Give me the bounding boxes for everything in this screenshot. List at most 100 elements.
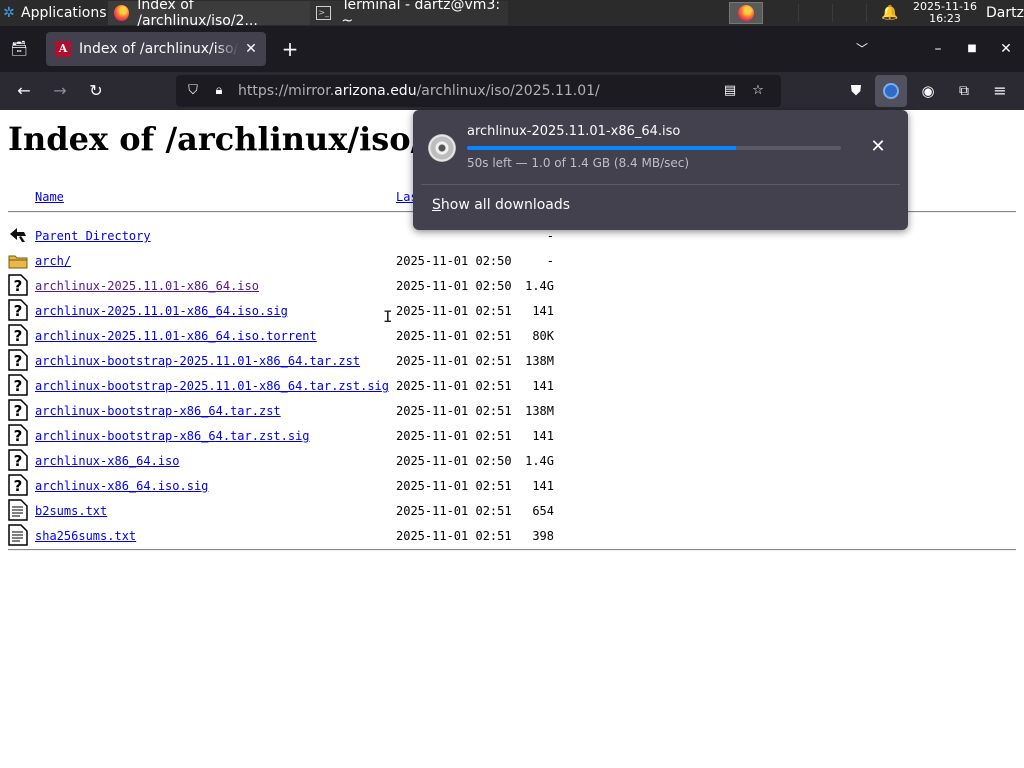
browser-tab-active[interactable]: A Index of /archlinux/iso/2025.11.01/ ✕ — [46, 32, 266, 66]
taskbar-task-title: Index of /archlinux/iso/2... — [137, 0, 258, 29]
taskbar-clock[interactable]: 2025-11-16 16:23 — [908, 0, 982, 27]
file-date: 2025-11-01 02:51 — [396, 504, 512, 518]
file-link[interactable]: archlinux-2025.11.01-x86_64.iso — [35, 279, 259, 293]
list-item: b2sums.txt 2025-11-01 02:51 654 — [0, 499, 1024, 524]
svg-text:?: ? — [14, 277, 23, 295]
downloads-button[interactable] — [875, 75, 907, 107]
download-file-name: archlinux-2025.11.01-x86_64.iso — [467, 124, 681, 139]
user-menu[interactable]: Dartz — [986, 0, 1024, 26]
file-link[interactable]: archlinux-bootstrap-x86_64.tar.zst — [35, 404, 281, 418]
download-progress-fill — [467, 146, 737, 150]
file-date: 2025-11-01 02:50 — [396, 279, 512, 293]
taskbar-task-terminal[interactable]: >_ Terminal - dartz@vm3: ~ — [310, 0, 508, 29]
cancel-download-icon[interactable]: ✕ — [868, 137, 888, 157]
taskbar-task-firefox[interactable]: Index of /archlinux/iso/2... — [108, 0, 310, 29]
unknown-file-icon: ? — [8, 399, 28, 421]
show-all-label: how all downloads — [440, 197, 571, 213]
file-size: 1.4G — [525, 279, 554, 293]
folder-icon — [8, 255, 28, 269]
file-date: 2025-11-01 02:51 — [396, 529, 512, 543]
window-close-icon[interactable]: ✕ — [996, 39, 1016, 59]
list-item: ? archlinux-2025.11.01-x86_64.iso.sig 20… — [0, 299, 1024, 324]
tracking-protection-shield-icon[interactable]: ⛉ — [184, 82, 202, 100]
file-link[interactable]: Parent Directory — [35, 229, 151, 243]
list-item: ? archlinux-bootstrap-2025.11.01-x86_64.… — [0, 374, 1024, 399]
file-link[interactable]: archlinux-x86_64.iso — [35, 454, 180, 468]
file-size: 654 — [532, 504, 554, 518]
text-file-icon — [8, 524, 28, 546]
notifications-bell-icon[interactable]: 🔔 — [881, 4, 899, 22]
lock-icon[interactable]: 🔒︎ — [210, 82, 228, 100]
file-link[interactable]: arch/ — [35, 254, 71, 268]
window-maximize-icon[interactable]: ■ — [962, 39, 982, 59]
arizona-favicon-icon: A — [55, 41, 71, 57]
terminal-icon: >_ — [316, 6, 332, 20]
taskbar-task-title: Terminal - dartz@vm3: ~ — [341, 0, 501, 29]
launcher-firefox[interactable] — [729, 2, 763, 24]
download-item[interactable]: archlinux-2025.11.01-x86_64.iso 50s left… — [413, 110, 908, 184]
file-link[interactable]: archlinux-bootstrap-2025.11.01-x86_64.ta… — [35, 379, 389, 393]
svg-text:?: ? — [14, 377, 23, 395]
file-size: 138M — [525, 354, 554, 368]
file-size: 141 — [532, 379, 554, 393]
firefox-view-icon[interactable]: 🗃 — [10, 40, 28, 58]
file-link[interactable]: archlinux-2025.11.01-x86_64.iso.sig — [35, 304, 288, 318]
file-size: 80K — [532, 329, 554, 343]
list-item: ? archlinux-x86_64.iso 2025-11-01 02:50 … — [0, 449, 1024, 474]
file-link[interactable]: sha256sums.txt — [35, 529, 136, 543]
reload-icon[interactable]: ↻ — [85, 80, 107, 102]
reader-view-icon[interactable]: ▤ — [721, 82, 739, 100]
file-date: 2025-11-01 02:51 — [396, 429, 512, 443]
url-scheme: https://mirror. — [238, 83, 335, 99]
file-date: 2025-11-01 02:51 — [396, 404, 512, 418]
applications-menu[interactable]: ✲ Applications — [0, 0, 107, 26]
download-status: 50s left — 1.0 of 1.4 GB (8.4 MB/sec) — [467, 156, 690, 170]
file-link[interactable]: archlinux-x86_64.iso.sig — [35, 479, 208, 493]
file-date: 2025-11-01 02:51 — [396, 379, 512, 393]
list-item: ? archlinux-2025.11.01-x86_64.iso 2025-1… — [0, 274, 1024, 299]
list-item: ? archlinux-bootstrap-x86_64.tar.zst.sig… — [0, 424, 1024, 449]
list-item: ? archlinux-2025.11.01-x86_64.iso.torren… — [0, 324, 1024, 349]
svg-text:?: ? — [14, 352, 23, 370]
unknown-file-icon: ? — [8, 274, 28, 296]
desktop-taskbar: ✲ Applications Index of /archlinux/iso/2… — [0, 0, 1024, 29]
new-tab-plus-icon[interactable]: + — [280, 39, 300, 59]
list-item: ? archlinux-bootstrap-2025.11.01-x86_64.… — [0, 349, 1024, 374]
pocket-icon[interactable]: ⛊ — [845, 80, 867, 102]
taskbar-separator — [866, 4, 867, 22]
taskbar-separator — [832, 4, 833, 22]
hamburger-menu-icon[interactable]: ≡ — [989, 80, 1011, 102]
file-link[interactable]: b2sums.txt — [35, 504, 107, 518]
file-size: 141 — [532, 479, 554, 493]
browser-tab-strip: 🗃 A Index of /archlinux/iso/2025.11.01/ … — [0, 26, 1024, 72]
url-bar[interactable]: ⛉ 🔒︎ https://mirror.arizona.edu/archlinu… — [176, 75, 781, 107]
bookmark-star-icon[interactable]: ☆ — [749, 82, 767, 100]
file-link[interactable]: archlinux-bootstrap-2025.11.01-x86_64.ta… — [35, 354, 360, 368]
url-host: arizona.edu — [334, 83, 417, 99]
file-link[interactable]: archlinux-2025.11.01-x86_64.iso.torrent — [35, 329, 317, 343]
column-header-name[interactable]: Name — [35, 190, 64, 204]
forward-arrow-icon[interactable]: → — [49, 80, 71, 102]
file-date: 2025-11-01 02:50 — [396, 254, 512, 268]
file-link[interactable]: archlinux-bootstrap-x86_64.tar.zst.sig — [35, 429, 310, 443]
unknown-file-icon: ? — [8, 349, 28, 371]
file-size: - — [546, 254, 554, 268]
tab-title: Index of /archlinux/iso/2025.11.01/ — [79, 41, 239, 57]
tab-close-icon[interactable]: ✕ — [243, 41, 259, 57]
text-cursor-icon: I — [383, 307, 393, 326]
file-date: 2025-11-01 02:51 — [396, 354, 512, 368]
url-text[interactable]: https://mirror.arizona.edu/archlinux/iso… — [238, 82, 600, 100]
file-size: 138M — [525, 404, 554, 418]
window-minimize-icon[interactable]: – — [928, 39, 948, 59]
back-arrow-icon[interactable]: ← — [13, 80, 35, 102]
directory-listing: Parent Directory - arch/ 2025-11-01 02:5… — [0, 224, 1024, 549]
extensions-puzzle-icon[interactable]: ⧉ — [953, 80, 975, 102]
account-icon[interactable]: ◉ — [917, 80, 939, 102]
disc-image-icon — [428, 134, 456, 162]
list-all-tabs-chevron-icon[interactable]: ﹀ — [852, 39, 872, 59]
list-item: sha256sums.txt 2025-11-01 02:51 398 — [0, 524, 1024, 549]
file-date: 2025-11-01 02:51 — [396, 304, 512, 318]
applications-label: Applications — [21, 5, 107, 21]
download-progress-bar — [467, 146, 841, 150]
show-all-downloads-button[interactable]: Show all downloads — [432, 197, 570, 213]
